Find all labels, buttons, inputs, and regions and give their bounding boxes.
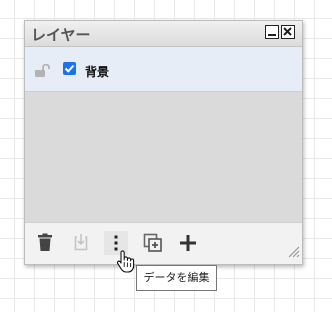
tooltip: データを編集 [136, 265, 217, 291]
layer-name[interactable]: 背景 [85, 63, 109, 80]
layers-panel: レイヤー 背景 [24, 20, 303, 265]
minimize-icon[interactable] [265, 25, 279, 39]
resize-grip-icon[interactable] [286, 243, 300, 262]
duplicate-icon[interactable] [141, 231, 165, 255]
layer-visibility-checkbox[interactable] [63, 62, 76, 75]
plus-icon[interactable] [176, 231, 200, 255]
hand-cursor-icon [116, 250, 136, 278]
trash-icon[interactable] [33, 231, 57, 255]
unlock-icon[interactable] [34, 63, 50, 82]
close-icon[interactable] [281, 25, 295, 39]
layer-row[interactable]: 背景 [25, 47, 302, 92]
panel-titlebar[interactable]: レイヤー [25, 21, 302, 47]
merge-down-icon[interactable] [69, 231, 93, 255]
panel-title: レイヤー [31, 26, 91, 44]
layer-toolbar [25, 222, 302, 264]
